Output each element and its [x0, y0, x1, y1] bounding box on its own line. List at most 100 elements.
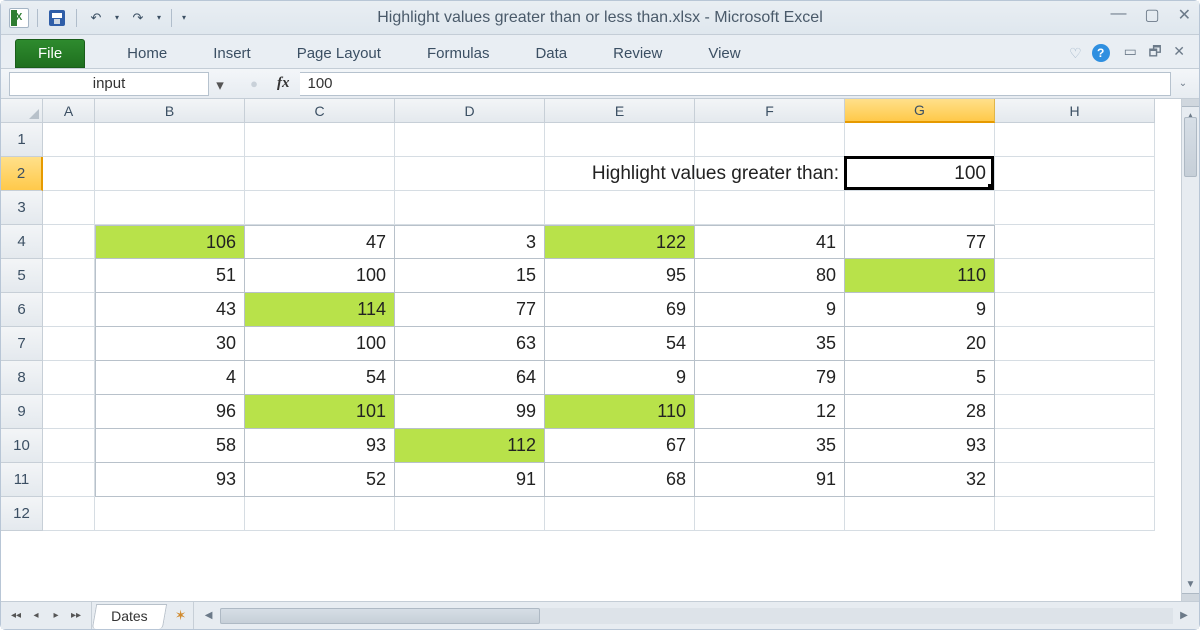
cell-G1[interactable] [845, 123, 995, 157]
ribbon-display-options-icon[interactable]: ♡ [1069, 45, 1082, 62]
cell-A11[interactable] [43, 463, 95, 497]
row-header-4[interactable]: 4 [1, 225, 43, 259]
cell-A3[interactable] [43, 191, 95, 225]
cell-C11[interactable]: 52 [245, 463, 395, 497]
cell-H1[interactable] [995, 123, 1155, 157]
cell-H10[interactable] [995, 429, 1155, 463]
cell-D12[interactable] [395, 497, 545, 531]
customize-qat-dropdown[interactable]: ▾ [180, 13, 188, 22]
cell-G9[interactable]: 28 [845, 395, 995, 429]
vertical-split-handle-top[interactable] [1182, 99, 1199, 107]
cell-E10[interactable]: 67 [545, 429, 695, 463]
cell-G10[interactable]: 93 [845, 429, 995, 463]
column-header-G[interactable]: G [845, 99, 995, 123]
cell-C7[interactable]: 100 [245, 327, 395, 361]
cell-E5[interactable]: 95 [545, 259, 695, 293]
cell-C6[interactable]: 114 [245, 293, 395, 327]
cell-H6[interactable] [995, 293, 1155, 327]
cell-A5[interactable] [43, 259, 95, 293]
cell-H11[interactable] [995, 463, 1155, 497]
cell-F8[interactable]: 79 [695, 361, 845, 395]
workbook-restore-button[interactable]: 🗗 [1144, 43, 1165, 59]
cell-F1[interactable] [695, 123, 845, 157]
sheet-nav-first[interactable]: ◂◂ [7, 607, 25, 625]
cell-E9[interactable]: 110 [545, 395, 695, 429]
cell-B3[interactable] [95, 191, 245, 225]
workbook-minimize-button[interactable]: ▭ [1120, 43, 1141, 59]
expand-formula-bar-button[interactable]: ⌄ [1175, 78, 1191, 89]
row-header-1[interactable]: 1 [1, 123, 43, 157]
cell-E4[interactable]: 122 [545, 225, 695, 259]
cell-F6[interactable]: 9 [695, 293, 845, 327]
excel-app-icon[interactable] [9, 8, 29, 28]
tab-home[interactable]: Home [123, 39, 171, 68]
cell-G12[interactable] [845, 497, 995, 531]
close-button[interactable]: ✕ [1178, 5, 1191, 25]
cancel-formula-icon[interactable]: ● [243, 74, 265, 94]
name-box-dropdown[interactable]: ▾ [210, 75, 230, 95]
vertical-split-handle-bottom[interactable] [1182, 593, 1199, 601]
minimize-button[interactable]: — [1110, 5, 1126, 25]
cell-D4[interactable]: 3 [395, 225, 545, 259]
row-header-5[interactable]: 5 [1, 259, 43, 293]
cell-G5[interactable]: 110 [845, 259, 995, 293]
cell-G2[interactable]: 100 [845, 157, 995, 191]
cell-D8[interactable]: 64 [395, 361, 545, 395]
cell-B11[interactable]: 93 [95, 463, 245, 497]
file-tab[interactable]: File [15, 39, 85, 68]
column-header-H[interactable]: H [995, 99, 1155, 123]
cell-B9[interactable]: 96 [95, 395, 245, 429]
horizontal-scrollbar[interactable]: ◀ ▶ [193, 602, 1199, 629]
cell-D3[interactable] [395, 191, 545, 225]
tab-view[interactable]: View [704, 39, 744, 68]
column-header-A[interactable]: A [43, 99, 95, 123]
column-header-F[interactable]: F [695, 99, 845, 123]
cell-C12[interactable] [245, 497, 395, 531]
restore-button[interactable]: ▢ [1144, 5, 1159, 25]
cell-H12[interactable] [995, 497, 1155, 531]
cell-G8[interactable]: 5 [845, 361, 995, 395]
column-header-C[interactable]: C [245, 99, 395, 123]
row-header-9[interactable]: 9 [1, 395, 43, 429]
cell-A1[interactable] [43, 123, 95, 157]
cell-H7[interactable] [995, 327, 1155, 361]
cell-B1[interactable] [95, 123, 245, 157]
sheet-nav-next[interactable]: ▸ [47, 607, 65, 625]
vertical-scrollbar[interactable]: ▲ ▼ [1181, 99, 1199, 601]
cell-C1[interactable] [245, 123, 395, 157]
name-box[interactable]: input ▾ [9, 72, 209, 96]
cell-A8[interactable] [43, 361, 95, 395]
workbook-close-button[interactable]: ✕ [1169, 43, 1189, 59]
cell-H2[interactable] [995, 157, 1155, 191]
cell-B8[interactable]: 4 [95, 361, 245, 395]
cell-B4[interactable]: 106 [95, 225, 245, 259]
cell-E8[interactable]: 9 [545, 361, 695, 395]
cell-G11[interactable]: 32 [845, 463, 995, 497]
horizontal-scroll-track[interactable] [220, 608, 1173, 624]
redo-dropdown[interactable]: ▾ [155, 13, 163, 22]
cell-B10[interactable]: 58 [95, 429, 245, 463]
cell-D11[interactable]: 91 [395, 463, 545, 497]
formula-input[interactable]: 100 [300, 72, 1172, 96]
tab-review[interactable]: Review [609, 39, 666, 68]
insert-function-button[interactable]: fx [271, 75, 296, 92]
tab-formulas[interactable]: Formulas [423, 39, 494, 68]
new-sheet-button[interactable]: ✶ [169, 602, 193, 629]
cell-G6[interactable]: 9 [845, 293, 995, 327]
cell-A6[interactable] [43, 293, 95, 327]
vertical-scroll-thumb[interactable] [1184, 117, 1197, 177]
cell-H5[interactable] [995, 259, 1155, 293]
vertical-scroll-track[interactable] [1184, 117, 1197, 583]
cell-C3[interactable] [245, 191, 395, 225]
cell-H4[interactable] [995, 225, 1155, 259]
cell-D5[interactable]: 15 [395, 259, 545, 293]
help-button[interactable]: ? [1092, 44, 1110, 62]
cell-E7[interactable]: 54 [545, 327, 695, 361]
row-header-12[interactable]: 12 [1, 497, 43, 531]
cell-F5[interactable]: 80 [695, 259, 845, 293]
cell-A9[interactable] [43, 395, 95, 429]
row-header-7[interactable]: 7 [1, 327, 43, 361]
cell-F4[interactable]: 41 [695, 225, 845, 259]
cell-D6[interactable]: 77 [395, 293, 545, 327]
cell-C9[interactable]: 101 [245, 395, 395, 429]
